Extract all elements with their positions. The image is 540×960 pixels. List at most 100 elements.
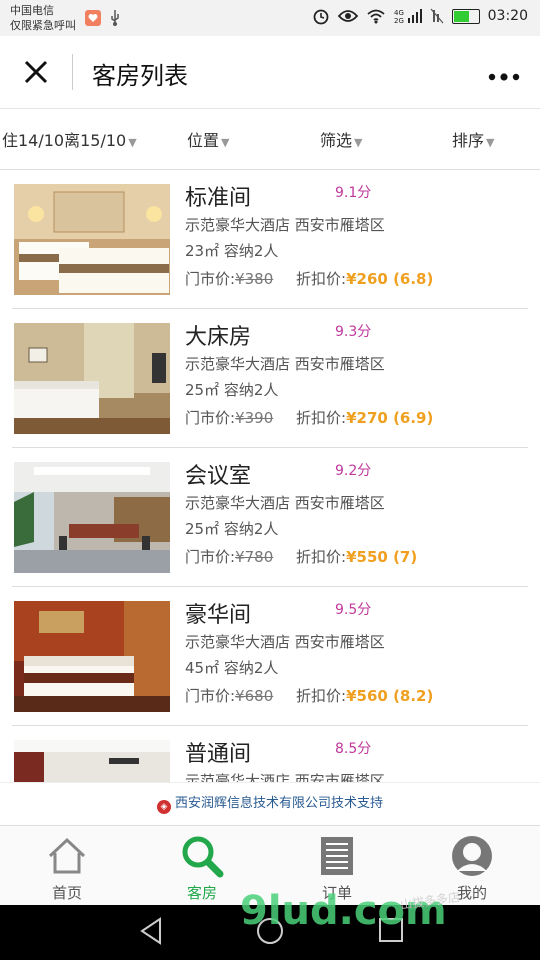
clock-time: 03:20 [487, 8, 528, 24]
room-name: 普通间 [185, 742, 252, 767]
eye-icon [337, 10, 358, 22]
tab-rooms[interactable]: 客房 [157, 834, 247, 903]
emergency-only-text: 仅限紧急呼叫 [10, 19, 76, 32]
hotel-address: 示范豪华大酒店 西安市雁塔区 [185, 216, 385, 234]
discount-price-label: 折扣价: [296, 687, 347, 705]
room-spec: 45㎡ 容纳2人 [185, 659, 279, 677]
hotel-address: 示范豪华大酒店 西安市雁塔区 [185, 772, 385, 782]
room-list: 标准间 9.1分 示范豪华大酒店 西安市雁塔区 23㎡ 容纳2人 门市价:¥38… [0, 170, 540, 782]
original-price-label: 门市价: [185, 270, 236, 288]
svg-text:2G: 2G [394, 17, 404, 24]
svg-text:4G: 4G [394, 9, 404, 17]
search-icon [182, 836, 224, 878]
room-score: 9.2分 [335, 463, 372, 479]
caret-down-icon: ▼ [221, 136, 230, 149]
room-score: 9.5分 [335, 602, 372, 618]
original-price-label: 门市价: [185, 687, 236, 705]
room-spec: 25㎡ 容纳2人 [185, 520, 279, 538]
close-icon [24, 60, 48, 84]
back-triangle-icon [140, 917, 161, 945]
room-photo [14, 740, 170, 782]
room-spec: 23㎡ 容纳2人 [185, 242, 279, 260]
more-options-button[interactable] [488, 60, 520, 88]
title-divider [72, 54, 73, 90]
tab-label: 客房 [186, 884, 217, 902]
hotel-address: 示范豪华大酒店 西安市雁塔区 [185, 355, 385, 373]
system-status-icons: 4G 2G 03:20 [312, 7, 528, 25]
original-price: ¥380 [235, 270, 274, 288]
filter-date-label: 住14/10离15/10 [2, 131, 127, 150]
page-title: 客房列表 [92, 62, 188, 90]
caret-down-icon: ▼ [486, 136, 495, 149]
room-item[interactable]: 普通间 8.5分 示范豪华大酒店 西安市雁塔区 [0, 726, 540, 782]
caret-down-icon: ▼ [128, 136, 137, 149]
watermark-logo: 山拔多多店 9lud.com [240, 888, 540, 958]
original-price-label: 门市价: [185, 409, 236, 427]
filter-sort-label: 排序 [452, 131, 485, 150]
room-prices: 门市价:¥680 折扣价:¥560 (8.2) [185, 685, 433, 706]
user-icon [452, 836, 492, 876]
battery-icon [451, 8, 480, 24]
room-prices: 门市价:¥780 折扣价:¥550 (7) [185, 546, 417, 567]
room-photo [14, 323, 170, 434]
notification-icons [85, 10, 121, 26]
back-button[interactable] [138, 917, 164, 949]
room-prices: 门市价:¥390 折扣价:¥270 (6.9) [185, 407, 433, 428]
room-photo [14, 601, 170, 712]
close-button[interactable] [20, 56, 52, 88]
alarm-icon [313, 9, 329, 25]
room-item[interactable]: 会议室 9.2分 示范豪华大酒店 西安市雁塔区 25㎡ 容纳2人 门市价:¥78… [0, 448, 540, 587]
status-bar: 中国电信 仅限紧急呼叫 4G 2G 03:20 [0, 0, 540, 36]
list-icon [321, 837, 353, 875]
filter-location-label: 位置 [187, 131, 220, 150]
filter-date-range[interactable]: 住14/10离15/10 ▼ [2, 127, 137, 151]
room-score: 9.3分 [335, 324, 372, 340]
more-dots-icon [488, 73, 520, 81]
room-name: 会议室 [185, 464, 252, 489]
wifi-icon [367, 9, 385, 24]
discount-price-label: 折扣价: [296, 409, 347, 427]
tech-support-footer[interactable]: ◈ 西安润辉信息技术有限公司技术支持 [0, 782, 540, 825]
hotel-address: 示范豪华大酒店 西安市雁塔区 [185, 633, 385, 651]
company-logo-icon: ◈ [156, 800, 171, 814]
room-score: 8.5分 [335, 741, 372, 757]
tab-home[interactable]: 首页 [22, 834, 112, 903]
discount-price: ¥550 (7) [346, 548, 418, 566]
discount-price: ¥270 (6.9) [346, 409, 434, 427]
original-price: ¥780 [235, 548, 274, 566]
original-price-label: 门市价: [185, 548, 236, 566]
carrier-name: 中国电信 [10, 4, 54, 17]
room-spec: 25㎡ 容纳2人 [185, 381, 279, 399]
app-notification-icon [85, 10, 101, 26]
room-score: 9.1分 [335, 185, 372, 201]
discount-price: ¥560 (8.2) [346, 687, 434, 705]
title-bar: 客房列表 [0, 36, 540, 109]
room-item[interactable]: 标准间 9.1分 示范豪华大酒店 西安市雁塔区 23㎡ 容纳2人 门市价:¥38… [0, 170, 540, 309]
filter-screen[interactable]: 筛选 ▼ [320, 127, 362, 151]
tech-support-text: 西安润辉信息技术有限公司技术支持 [174, 796, 383, 811]
room-name: 豪华间 [185, 603, 252, 628]
room-photo [14, 184, 170, 295]
original-price: ¥390 [235, 409, 274, 427]
filter-sort[interactable]: 排序 ▼ [452, 127, 494, 151]
filter-location[interactable]: 位置 ▼ [187, 127, 229, 151]
room-prices: 门市价:¥380 折扣价:¥260 (6.8) [185, 268, 433, 289]
discount-price: ¥260 (6.8) [346, 270, 434, 288]
discount-price-label: 折扣价: [296, 270, 347, 288]
room-photo [14, 462, 170, 573]
home-icon [48, 837, 86, 874]
room-name: 大床房 [185, 325, 252, 350]
room-name: 标准间 [185, 186, 252, 211]
discount-price-label: 折扣价: [296, 548, 347, 566]
tab-label: 首页 [51, 884, 82, 902]
room-item[interactable]: 大床房 9.3分 示范豪华大酒店 西安市雁塔区 25㎡ 容纳2人 门市价:¥39… [0, 309, 540, 448]
carrier-info: 中国电信 仅限紧急呼叫 [10, 3, 76, 33]
filter-bar: 住14/10离15/10 ▼ 位置 ▼ 筛选 ▼ 排序 ▼ [0, 109, 540, 170]
room-item[interactable]: 豪华间 9.5分 示范豪华大酒店 西安市雁塔区 45㎡ 容纳2人 门市价:¥68… [0, 587, 540, 726]
caret-down-icon: ▼ [354, 136, 363, 149]
filter-screen-label: 筛选 [320, 131, 353, 150]
no-sim-icon [430, 8, 444, 24]
signal-icon: 4G2G [394, 9, 422, 24]
hotel-address: 示范豪华大酒店 西安市雁塔区 [185, 494, 385, 512]
original-price: ¥680 [235, 687, 274, 705]
